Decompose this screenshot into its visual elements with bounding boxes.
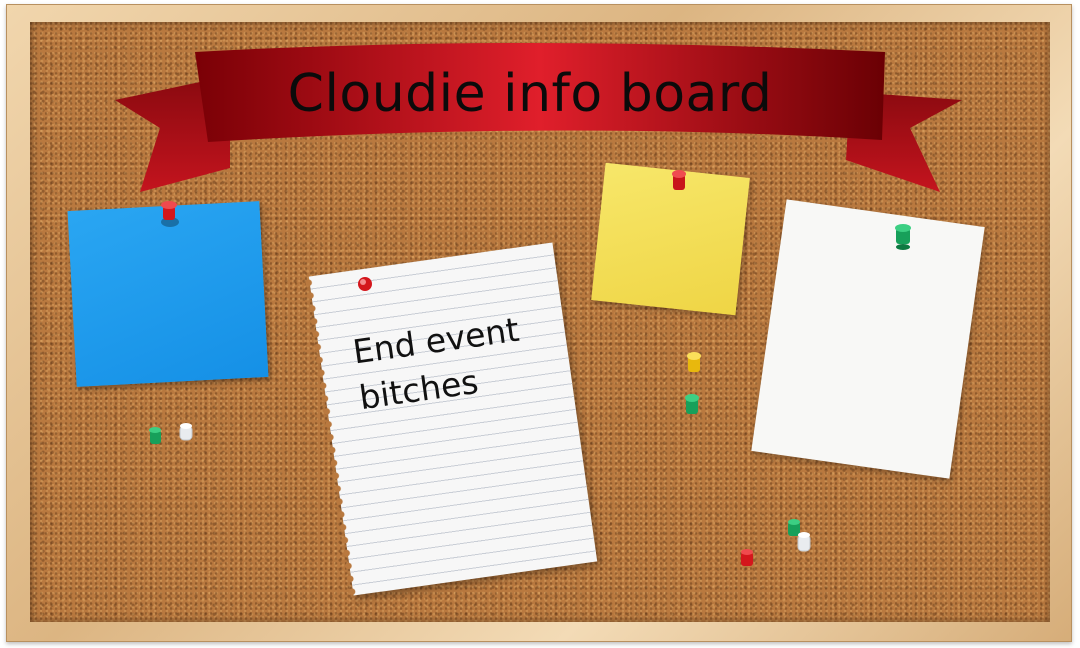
pushpin-green-icon bbox=[788, 519, 800, 536]
pushpin-green-icon bbox=[149, 427, 161, 444]
pushpin-red-icon bbox=[741, 549, 753, 566]
pushpins-layer bbox=[149, 170, 911, 566]
pushpin-red-icon bbox=[358, 277, 372, 291]
pushpin-clear-icon bbox=[179, 423, 193, 441]
pushpin-red-icon bbox=[672, 170, 686, 190]
pushpin-green-icon bbox=[895, 224, 911, 250]
pushpin-green-icon bbox=[685, 394, 699, 414]
pushpin-red-icon bbox=[161, 201, 179, 227]
pushpin-clear-icon bbox=[797, 532, 811, 552]
pushpin-yellow-icon bbox=[687, 352, 701, 372]
